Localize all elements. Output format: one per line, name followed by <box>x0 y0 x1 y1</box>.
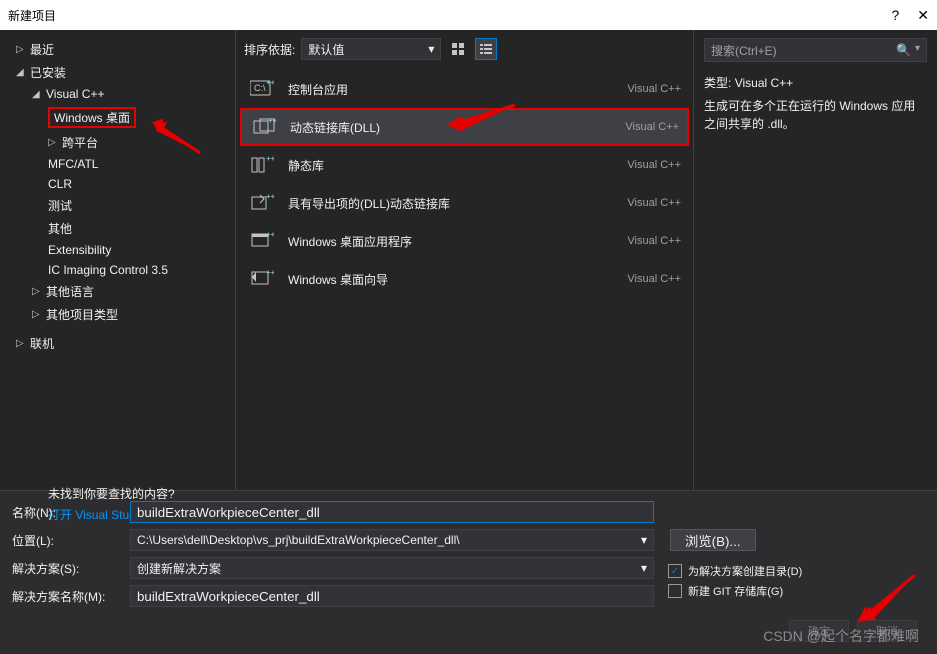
form-panel: 名称(N): 位置(L): C:\Users\dell\Desktop\vs_p… <box>0 490 937 613</box>
solution-dropdown[interactable]: 创建新解决方案▾ <box>130 557 654 579</box>
wizard-icon: ++ <box>248 267 276 291</box>
svg-text:C:\: C:\ <box>254 83 266 93</box>
window-controls: ? ✕ <box>891 7 929 24</box>
svg-text:++: ++ <box>266 231 274 239</box>
template-desktop-app[interactable]: ++ Windows 桌面应用程序 Visual C++ <box>240 222 689 260</box>
template-desktop-wizard[interactable]: ++ Windows 桌面向导 Visual C++ <box>240 260 689 298</box>
chevron-down-icon: ▾ <box>641 533 647 547</box>
svg-text:++: ++ <box>266 193 274 201</box>
template-console[interactable]: C:\++ 控制台应用 Visual C++ <box>240 70 689 108</box>
template-panel: 排序依据: 默认值▾ C:\++ 控制台应用 Visual C++ ++ 动态链… <box>236 30 694 490</box>
lib-icon: ++ <box>248 153 276 177</box>
name-label: 名称(N): <box>12 504 122 521</box>
help-icon[interactable]: ? <box>891 7 899 24</box>
location-input[interactable]: C:\Users\dell\Desktop\vs_prj\buildExtraW… <box>130 529 654 551</box>
template-description: 生成可在多个正在运行的 Windows 应用之间共享的 .dll。 <box>704 97 927 133</box>
watermark: CSDN @起个名字都难啊 <box>763 626 919 646</box>
solution-name-input[interactable] <box>130 585 654 607</box>
template-dll[interactable]: ++ 动态链接库(DLL) Visual C++ <box>240 108 689 146</box>
title-bar: 新建项目 ? ✕ <box>0 0 937 30</box>
chevron-down-icon: ▾ <box>428 42 434 56</box>
tree-cross-platform[interactable]: ▷跨平台 <box>0 131 235 154</box>
tree-ic-imaging[interactable]: IC Imaging Control 3.5 <box>0 260 235 280</box>
template-export-dll[interactable]: ++ 具有导出项的(DLL)动态链接库 Visual C++ <box>240 184 689 222</box>
search-icon: 🔍 ▾ <box>896 43 920 57</box>
git-repo-checkbox[interactable]: 新建 GIT 存储库(G) <box>668 583 925 599</box>
template-list: C:\++ 控制台应用 Visual C++ ++ 动态链接库(DLL) Vis… <box>236 70 693 298</box>
chevron-down-icon: ▾ <box>641 561 647 575</box>
details-panel: 搜索(Ctrl+E) 🔍 ▾ 类型: Visual C++ 生成可在多个正在运行… <box>694 30 937 490</box>
solution-name-label: 解决方案名称(M): <box>12 588 122 605</box>
desktop-icon: ++ <box>248 229 276 253</box>
tree-installed[interactable]: ◢已安装 <box>0 61 235 84</box>
window-title: 新建项目 <box>8 7 56 24</box>
solution-label: 解决方案(S): <box>12 560 122 577</box>
svg-text:++: ++ <box>268 117 276 125</box>
tree-mfc[interactable]: MFC/ATL <box>0 154 235 174</box>
name-input[interactable] <box>130 501 654 523</box>
tree-extensibility[interactable]: Extensibility <box>0 240 235 260</box>
view-icons-button[interactable] <box>447 38 469 60</box>
console-icon: C:\++ <box>248 77 276 101</box>
browse-button[interactable]: 浏览(B)... <box>670 529 756 551</box>
tree-other-proj[interactable]: ▷其他项目类型 <box>0 303 235 326</box>
tree-test[interactable]: 测试 <box>0 194 235 217</box>
toolbar: 排序依据: 默认值▾ <box>236 30 693 70</box>
svg-text:++: ++ <box>266 269 274 277</box>
sort-label: 排序依据: <box>244 41 295 58</box>
svg-text:++: ++ <box>266 155 274 163</box>
tree-other[interactable]: 其他 <box>0 217 235 240</box>
export-dll-icon: ++ <box>248 191 276 215</box>
search-input[interactable]: 搜索(Ctrl+E) 🔍 ▾ <box>704 38 927 62</box>
view-list-button[interactable] <box>475 38 497 60</box>
tree-other-lang[interactable]: ▷其他语言 <box>0 280 235 303</box>
create-dir-checkbox[interactable]: ✓为解决方案创建目录(D) <box>668 563 925 579</box>
tree-clr[interactable]: CLR <box>0 174 235 194</box>
tree-recent[interactable]: ▷最近 <box>0 38 235 61</box>
tree-online[interactable]: ▷联机 <box>0 332 235 355</box>
sort-dropdown[interactable]: 默认值▾ <box>301 38 441 60</box>
template-type: 类型: Visual C++ <box>704 74 927 91</box>
location-label: 位置(L): <box>12 532 122 549</box>
svg-text:++: ++ <box>266 79 274 87</box>
template-static-lib[interactable]: ++ 静态库 Visual C++ <box>240 146 689 184</box>
category-tree: ▷最近 ◢已安装 ◢Visual C++ Windows 桌面 ▷跨平台 MFC… <box>0 30 236 490</box>
tree-windows-desktop[interactable]: Windows 桌面 <box>0 104 235 131</box>
close-icon[interactable]: ✕ <box>917 7 929 24</box>
help-text: 未找到你要查找的内容? <box>0 465 235 502</box>
tree-visual-cpp[interactable]: ◢Visual C++ <box>0 84 235 104</box>
dll-icon: ++ <box>250 115 278 139</box>
